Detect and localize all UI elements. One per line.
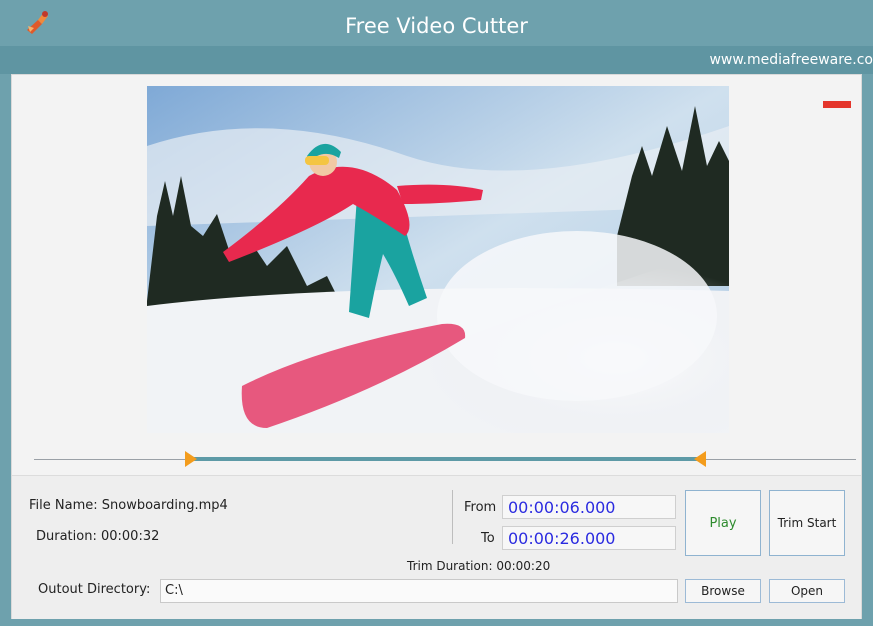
main-area: File Name: Snowboarding.mp4 Duration: 00… [11,74,862,619]
trim-start-handle[interactable] [185,451,197,467]
website-link[interactable]: www.mediafreeware.co [709,52,873,68]
recording-indicator [823,101,851,108]
from-time-field[interactable]: 00:00:06.000 [502,495,676,519]
trim-start-button[interactable]: Trim Start [769,490,845,556]
file-name-label: File Name: Snowboarding.mp4 [29,498,228,513]
duration-label: Duration: 00:00:32 [36,529,160,544]
browse-button[interactable]: Browse [685,579,761,603]
output-directory-label: Outout Directory: [38,582,151,597]
trim-duration-label: Trim Duration: 00:00:20 [407,559,551,573]
output-directory-field[interactable]: C:\ [160,579,678,603]
control-panel: File Name: Snowboarding.mp4 Duration: 00… [12,475,861,619]
to-label: To [481,531,495,546]
title-bar: Free Video Cutter [0,0,873,46]
divider [452,490,453,544]
to-time-field[interactable]: 00:00:26.000 [502,526,676,550]
play-button[interactable]: Play [685,490,761,556]
url-bar: www.mediafreeware.co [0,46,873,74]
open-button[interactable]: Open [769,579,845,603]
video-preview[interactable] [147,86,729,433]
window-title: Free Video Cutter [345,14,528,38]
from-label: From [464,500,497,515]
trim-end-handle[interactable] [694,451,706,467]
selected-range [188,457,700,461]
